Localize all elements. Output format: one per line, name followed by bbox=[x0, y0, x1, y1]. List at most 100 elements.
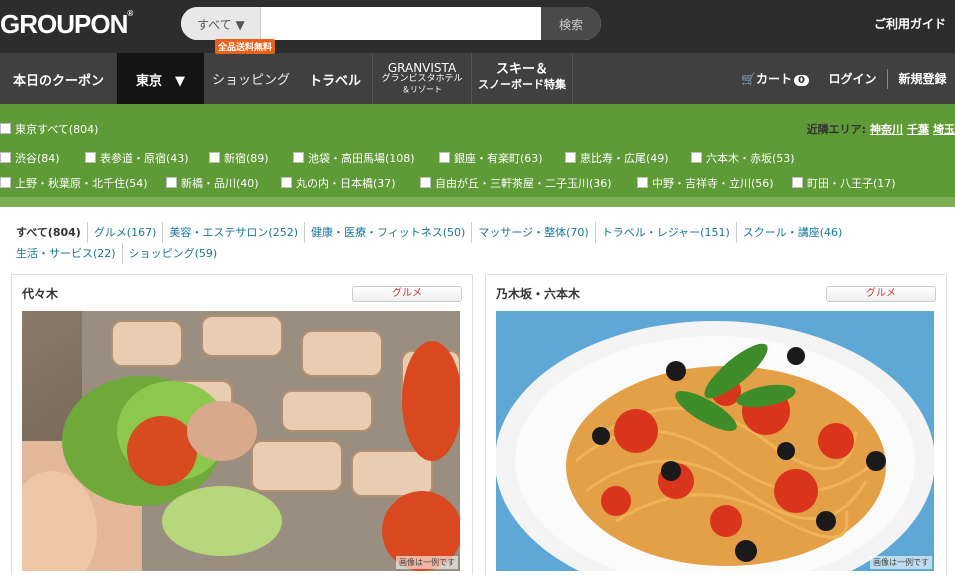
near-area-kanagawa[interactable]: 神奈川 bbox=[870, 123, 903, 136]
deal-image-pasta[interactable]: 画像は一例です bbox=[496, 311, 934, 571]
area-label: 新宿(89) bbox=[224, 152, 269, 165]
deal-card[interactable]: 代々木 グルメ 画像は一例です bbox=[11, 274, 473, 575]
nav-shopping[interactable]: ショッピング bbox=[204, 53, 298, 104]
area-option[interactable]: 丸の内・日本橋(37) bbox=[281, 175, 396, 191]
area-label: 自由が丘・三軒茶屋・二子玉川(36) bbox=[435, 177, 612, 190]
user-guide-link[interactable]: ご利用ガイド bbox=[874, 15, 946, 32]
area-row-2: 上野・秋葉原・北千住(54) 新橋・品川(40) 丸の内・日本橋(37) 自由が… bbox=[0, 175, 955, 195]
nav-separator bbox=[887, 69, 888, 89]
category-all[interactable]: すべて(804) bbox=[16, 222, 87, 243]
area-all[interactable]: 東京すべて(804) bbox=[0, 121, 98, 141]
area-label: 池袋・高田馬場(108) bbox=[308, 152, 415, 165]
cart-label: カート bbox=[755, 72, 792, 86]
area-option[interactable]: 中野・吉祥寺・立川(56) bbox=[637, 175, 774, 191]
deal-category-tag[interactable]: グルメ bbox=[352, 286, 462, 302]
area-label: 新橋・品川(40) bbox=[181, 177, 259, 190]
area-row-1: 渋谷(84) 表参道・原宿(43) 新宿(89) 池袋・高田馬場(108) 銀座… bbox=[0, 150, 955, 170]
top-bar: GROUPON® すべて ▼ 検索 ご利用ガイド bbox=[0, 0, 955, 53]
area-option[interactable]: 自由が丘・三軒茶屋・二子玉川(36) bbox=[420, 175, 612, 191]
nav-city-select[interactable]: 東京 ▼ bbox=[117, 53, 204, 104]
granvista-jp2: ＆リゾート bbox=[402, 85, 442, 94]
near-area-saitama[interactable]: 埼玉 bbox=[933, 123, 955, 136]
category-travel[interactable]: トラベル・レジャー(151) bbox=[594, 222, 736, 243]
checkbox[interactable] bbox=[565, 152, 576, 163]
search-input[interactable] bbox=[263, 11, 518, 36]
near-areas: 近隣エリア: 神奈川 千葉 埼玉 bbox=[807, 121, 955, 137]
checkbox[interactable] bbox=[637, 177, 648, 188]
cart-count-badge: 0 bbox=[794, 75, 809, 86]
category-massage[interactable]: マッサージ・整体(70) bbox=[471, 222, 594, 243]
area-all-label: 東京すべて(804) bbox=[15, 123, 99, 136]
area-label: 表参道・原宿(43) bbox=[100, 152, 189, 165]
area-option[interactable]: 上野・秋葉原・北千住(54) bbox=[0, 175, 148, 191]
checkbox[interactable] bbox=[281, 177, 292, 188]
groupon-logo[interactable]: GROUPON® bbox=[0, 9, 133, 40]
nav-login[interactable]: ログイン bbox=[820, 53, 885, 104]
deal-category-tag[interactable]: グルメ bbox=[826, 286, 936, 302]
area-selector: 東京すべて(804) 近隣エリア: 神奈川 千葉 埼玉 渋谷(84) 表参道・原宿(4… bbox=[0, 104, 955, 201]
checkbox[interactable] bbox=[691, 152, 702, 163]
area-option[interactable]: 銀座・有楽町(63) bbox=[439, 150, 543, 166]
deal-image-bbq[interactable]: 画像は一例です bbox=[22, 311, 460, 571]
area-option[interactable]: 町田・八王子(17) bbox=[792, 175, 896, 191]
checkbox[interactable] bbox=[439, 152, 450, 163]
checkbox[interactable] bbox=[0, 123, 11, 134]
area-option[interactable]: 池袋・高田馬場(108) bbox=[293, 150, 415, 166]
category-school[interactable]: スクール・講座(46) bbox=[735, 222, 849, 243]
nav-travel[interactable]: トラベル bbox=[298, 53, 372, 104]
category-gourmet[interactable]: グルメ(167) bbox=[86, 222, 163, 243]
near-area-chiba[interactable]: 千葉 bbox=[907, 123, 929, 136]
category-filter: すべて(804) グルメ(167) 美容・エステサロン(252) 健康・医療・フィット… bbox=[16, 222, 916, 264]
area-option[interactable]: 渋谷(84) bbox=[0, 150, 60, 166]
area-label: 丸の内・日本橋(37) bbox=[296, 177, 396, 190]
nav-register[interactable]: 新規登録 bbox=[890, 53, 955, 104]
checkbox[interactable] bbox=[420, 177, 431, 188]
category-shopping[interactable]: ショッピング(59) bbox=[121, 243, 224, 264]
nav-today-coupon[interactable]: 本日のクーポン bbox=[0, 53, 117, 104]
ski-label-2: スノーボード特集 bbox=[478, 78, 566, 91]
area-label: 中野・吉祥寺・立川(56) bbox=[652, 177, 774, 190]
deal-location: 乃木坂・六本木 bbox=[496, 287, 581, 301]
checkbox[interactable] bbox=[0, 177, 11, 188]
cart-icon: 🛒 bbox=[741, 72, 756, 86]
area-label: 渋谷(84) bbox=[15, 152, 60, 165]
granvista-jp: グランビスタホテル bbox=[381, 74, 463, 84]
category-health[interactable]: 健康・医療・フィットネス(50) bbox=[303, 222, 471, 243]
area-option[interactable]: 新宿(89) bbox=[209, 150, 269, 166]
area-divider bbox=[0, 197, 955, 207]
main-nav: 本日のクーポン 東京 ▼ ショッピング トラベル GRANVISTA グランビス… bbox=[0, 53, 955, 104]
area-label: 町田・八王子(17) bbox=[807, 177, 896, 190]
area-label: 銀座・有楽町(63) bbox=[454, 152, 543, 165]
area-label: 六本木・赤坂(53) bbox=[706, 152, 795, 165]
deal-location: 代々木 bbox=[22, 287, 59, 301]
area-option[interactable]: 表参道・原宿(43) bbox=[85, 150, 189, 166]
checkbox[interactable] bbox=[166, 177, 177, 188]
image-note: 画像は一例です bbox=[870, 556, 932, 569]
search-category-select[interactable]: すべて ▼ bbox=[181, 7, 261, 40]
nav-granvista[interactable]: GRANVISTA グランビスタホテル ＆リゾート bbox=[373, 53, 471, 104]
checkbox[interactable] bbox=[792, 177, 803, 188]
checkbox[interactable] bbox=[293, 152, 304, 163]
deal-card[interactable]: 乃木坂・六本木 グルメ 画像は一例です bbox=[485, 274, 947, 575]
category-beauty[interactable]: 美容・エステサロン(252) bbox=[162, 222, 304, 243]
area-option[interactable]: 六本木・赤坂(53) bbox=[691, 150, 795, 166]
near-areas-label: 近隣エリア: bbox=[806, 123, 866, 136]
category-life[interactable]: 生活・サービス(22) bbox=[16, 243, 122, 264]
area-option[interactable]: 新橋・品川(40) bbox=[166, 175, 259, 191]
checkbox[interactable] bbox=[0, 152, 11, 163]
area-option[interactable]: 恵比寿・広尾(49) bbox=[565, 150, 669, 166]
area-label: 上野・秋葉原・北千住(54) bbox=[15, 177, 148, 190]
bbq-photo bbox=[22, 311, 460, 571]
shopping-free-shipping-badge: 全品送料無料 bbox=[215, 39, 276, 54]
granvista-en: GRANVISTA bbox=[387, 61, 457, 75]
search-box: すべて ▼ 検索 bbox=[181, 7, 601, 40]
area-label: 恵比寿・広尾(49) bbox=[580, 152, 669, 165]
nav-cart[interactable]: 🛒カート 0 bbox=[735, 53, 815, 104]
pasta-photo bbox=[496, 311, 934, 571]
checkbox[interactable] bbox=[209, 152, 220, 163]
nav-ski-snowboard[interactable]: スキー＆ スノーボード特集 bbox=[472, 53, 572, 104]
search-button[interactable]: 検索 bbox=[541, 7, 601, 40]
checkbox[interactable] bbox=[85, 152, 96, 163]
image-note: 画像は一例です bbox=[396, 556, 458, 569]
ski-label: スキー＆ bbox=[495, 62, 548, 77]
